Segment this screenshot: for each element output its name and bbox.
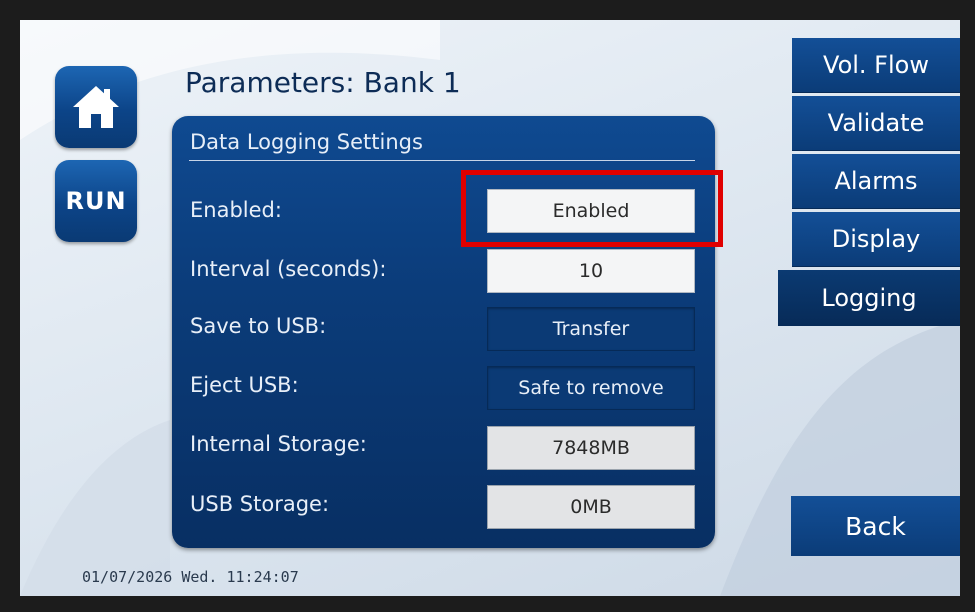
eject-usb-label: Eject USB:	[190, 373, 299, 397]
highlight-box	[461, 170, 723, 247]
enabled-label: Enabled:	[190, 198, 282, 222]
internal-storage-label: Internal Storage:	[190, 432, 367, 456]
page-title: Parameters: Bank 1	[185, 66, 461, 99]
run-label: RUN	[65, 187, 127, 215]
tab-logging[interactable]: Logging	[778, 270, 960, 326]
hmi-screen: RUN Parameters: Bank 1 Data Logging Sett…	[20, 20, 960, 596]
back-button[interactable]: Back	[791, 496, 960, 556]
safe-to-remove-button[interactable]: Safe to remove	[487, 366, 695, 410]
home-button[interactable]	[55, 66, 137, 148]
save-to-usb-label: Save to USB:	[190, 314, 327, 338]
internal-storage-value: 7848MB	[487, 426, 695, 470]
heading-divider	[189, 160, 695, 161]
usb-storage-value: 0MB	[487, 485, 695, 529]
interval-label: Interval (seconds):	[190, 257, 387, 281]
tab-display[interactable]: Display	[792, 212, 960, 267]
status-datetime: 01/07/2026 Wed. 11:24:07	[82, 568, 299, 586]
tab-validate[interactable]: Validate	[792, 96, 960, 151]
home-icon	[73, 86, 119, 128]
tab-alarms[interactable]: Alarms	[792, 154, 960, 209]
transfer-button[interactable]: Transfer	[487, 307, 695, 351]
interval-field[interactable]: 10	[487, 249, 695, 293]
panel-heading: Data Logging Settings	[190, 130, 423, 154]
tab-vol-flow[interactable]: Vol. Flow	[792, 38, 960, 93]
run-button[interactable]: RUN	[55, 160, 137, 242]
usb-storage-label: USB Storage:	[190, 492, 330, 516]
